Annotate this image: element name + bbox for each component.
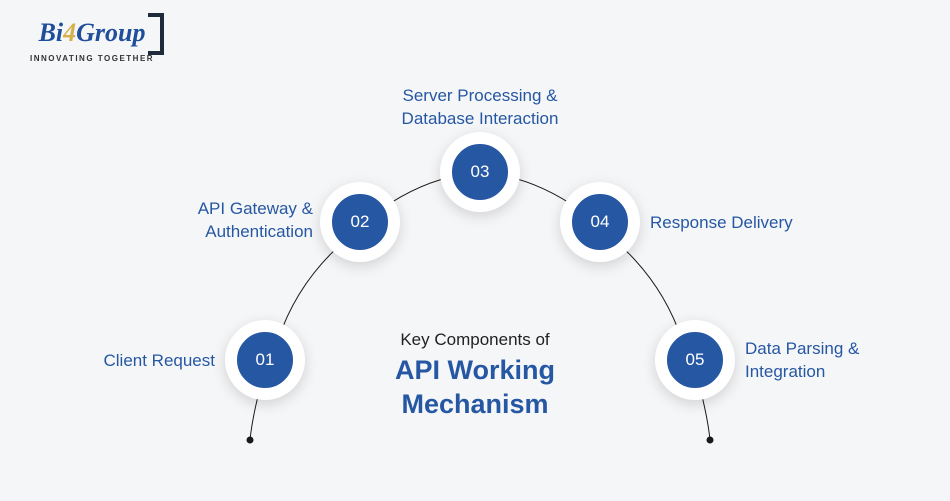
label-01: Client Request — [75, 350, 215, 373]
node-01: 01 — [225, 320, 305, 400]
center-subtitle: Key Components of — [335, 330, 615, 350]
node-03-number: 03 — [471, 162, 490, 182]
connector-lines — [0, 0, 950, 501]
label-05: Data Parsing & Integration — [745, 338, 885, 384]
center-heading: API Working Mechanism — [335, 354, 615, 422]
node-05: 05 — [655, 320, 735, 400]
node-04-number: 04 — [591, 212, 610, 232]
node-03: 03 — [440, 132, 520, 212]
api-mechanism-diagram: 01 02 03 04 05 Client Request API Gatewa… — [0, 0, 950, 501]
label-03: Server Processing & Database Interaction — [380, 85, 580, 131]
label-02: API Gateway & Authentication — [178, 198, 313, 244]
label-04: Response Delivery — [650, 212, 830, 235]
node-02: 02 — [320, 182, 400, 262]
node-04: 04 — [560, 182, 640, 262]
node-01-number: 01 — [256, 350, 275, 370]
node-05-number: 05 — [686, 350, 705, 370]
node-02-number: 02 — [351, 212, 370, 232]
center-title: Key Components of API Working Mechanism — [335, 330, 615, 422]
